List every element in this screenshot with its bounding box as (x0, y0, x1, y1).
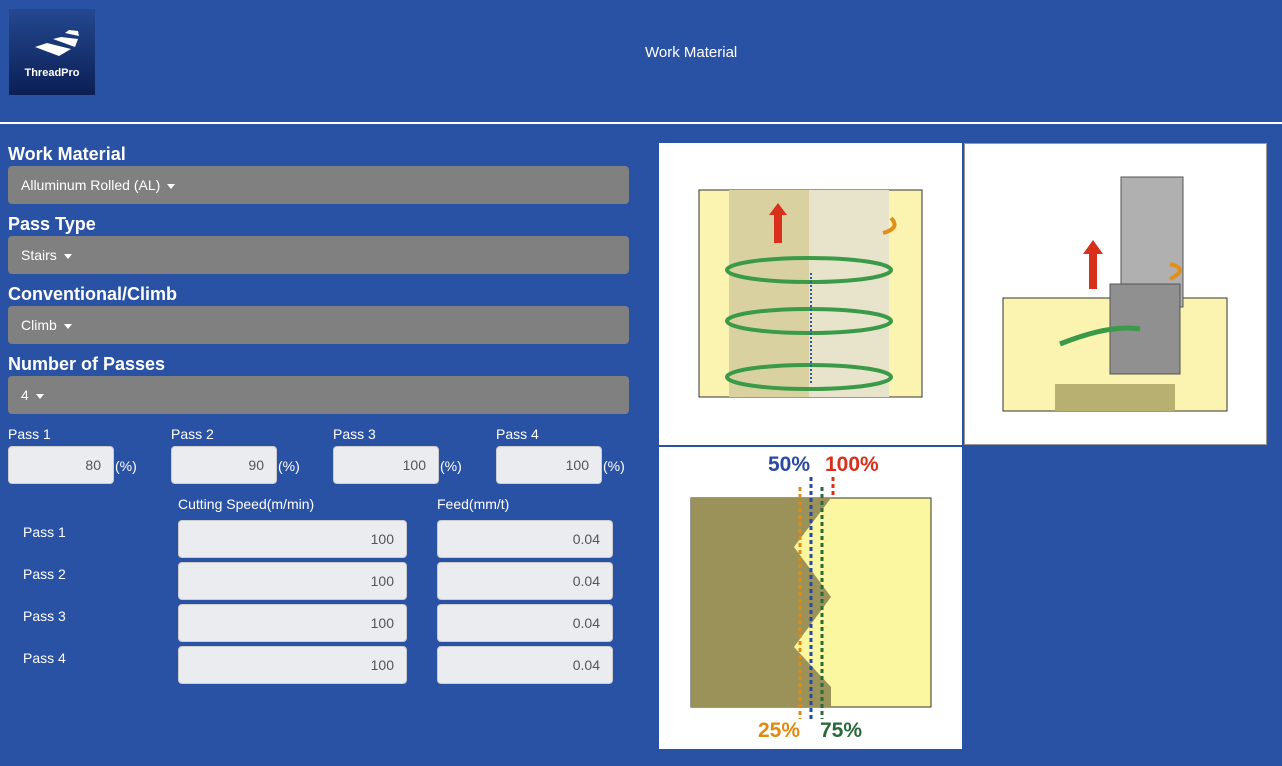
row-label: Pass 4 (23, 650, 66, 666)
conv-climb-label: Conventional/Climb (8, 284, 178, 304)
label-75: 75% (820, 719, 863, 742)
caret-down-icon (63, 323, 72, 329)
percent-unit: (%) (440, 458, 462, 474)
thread-mill-diagram (964, 143, 1267, 445)
caret-down-icon (35, 393, 44, 399)
pass-depth-label: Pass 1 (8, 426, 51, 442)
label-25: 25% (758, 719, 801, 742)
feed-input[interactable] (437, 562, 613, 600)
label-50: 50% (768, 453, 811, 476)
num-passes-value: 4 (21, 387, 29, 403)
feed-input[interactable] (437, 646, 613, 684)
pass-type-value: Stairs (21, 247, 57, 263)
work-material-dropdown[interactable]: Alluminum Rolled (AL) (8, 166, 629, 204)
cutting-speed-input[interactable] (178, 520, 407, 558)
pass-depth-label: Pass 4 (496, 426, 539, 442)
pass-depth-input[interactable] (8, 446, 114, 484)
logo-text: ThreadPro (24, 67, 80, 79)
work-material-label: Work Material (8, 144, 126, 164)
pass-depth-input[interactable] (333, 446, 439, 484)
header: ThreadPro Work Material (0, 0, 1282, 124)
pass-type-dropdown[interactable]: Stairs (8, 236, 629, 274)
work-material-value: Alluminum Rolled (AL) (21, 177, 161, 193)
pass-depth-input[interactable] (171, 446, 277, 484)
row-label: Pass 1 (23, 524, 66, 540)
caret-down-icon (167, 183, 176, 189)
caret-down-icon (63, 253, 72, 259)
logo-swoosh-icon (35, 30, 79, 56)
page-title: Work Material (645, 44, 738, 61)
percent-unit: (%) (115, 458, 137, 474)
cutting-speed-input[interactable] (178, 604, 407, 642)
label-100: 100% (825, 453, 879, 476)
pass-depth-input[interactable] (496, 446, 602, 484)
threadpro-logo: ThreadPro (9, 9, 95, 95)
num-passes-dropdown[interactable]: 4 (8, 376, 629, 414)
pass-type-label: Pass Type (8, 214, 96, 234)
feed-header: Feed(mm/t) (437, 496, 510, 512)
percent-unit: (%) (278, 458, 300, 474)
feed-input[interactable] (437, 520, 613, 558)
percent-unit: (%) (603, 458, 625, 474)
cutting-speed-input[interactable] (178, 562, 407, 600)
conv-climb-value: Climb (21, 317, 57, 333)
depth-percent-diagram: 50% 100% 25% 75% (659, 447, 962, 749)
helical-path-diagram (659, 143, 962, 445)
row-label: Pass 2 (23, 566, 66, 582)
feed-input[interactable] (437, 604, 613, 642)
num-passes-label: Number of Passes (8, 354, 166, 374)
row-label: Pass 3 (23, 608, 66, 624)
pass-depth-label: Pass 2 (171, 426, 214, 442)
conv-climb-dropdown[interactable]: Climb (8, 306, 629, 344)
pass-depth-label: Pass 3 (333, 426, 376, 442)
cutting-speed-header: Cutting Speed(m/min) (178, 496, 315, 512)
cutting-speed-input[interactable] (178, 646, 407, 684)
